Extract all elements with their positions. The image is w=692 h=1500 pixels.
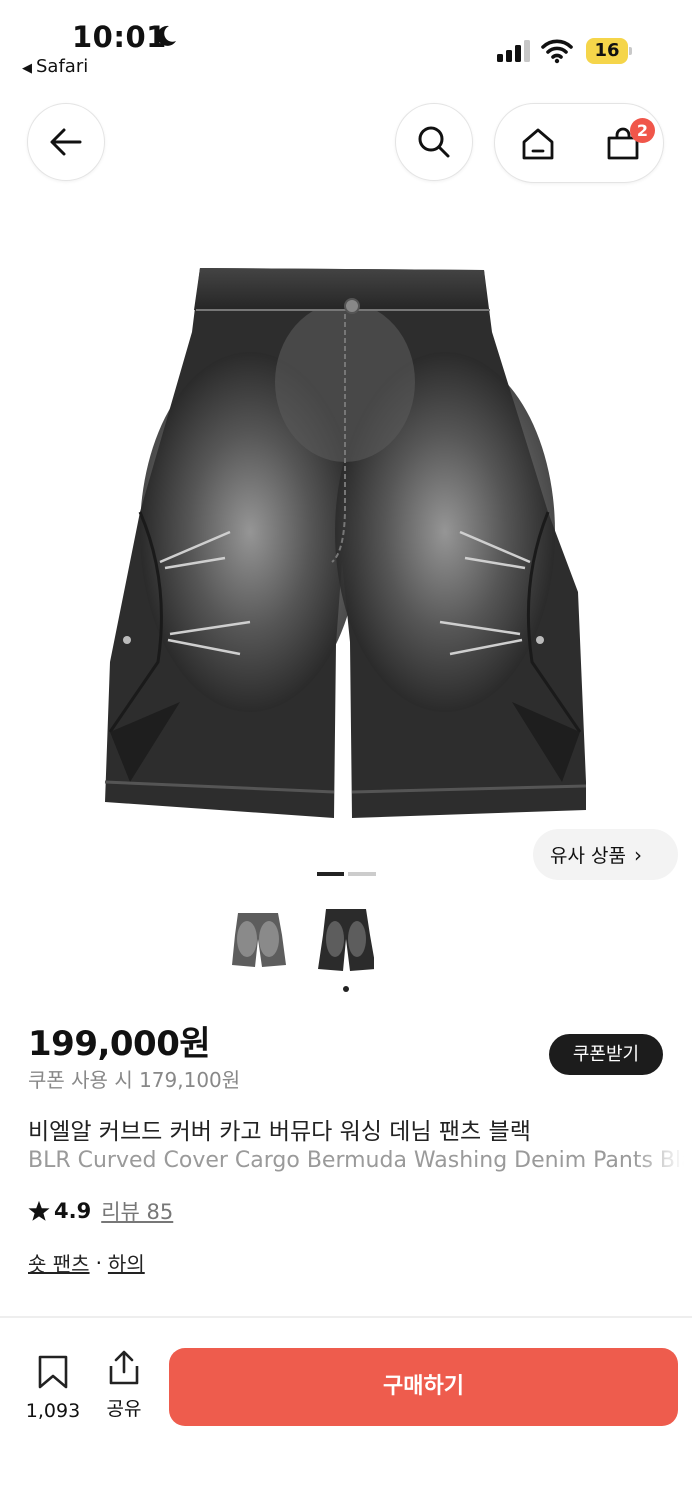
search-button[interactable] [395,103,473,181]
product-title-english: BLR Curved Cover Cargo Bermuda Washing D… [28,1148,684,1173]
thumbnail-black[interactable] [318,905,374,975]
home-button[interactable] [495,104,580,184]
arrow-left-icon [50,128,82,156]
status-bar: 10:01 ◀ Safari 16 [0,0,692,90]
back-triangle-icon: ◀ [22,61,32,76]
get-coupon-button[interactable]: 쿠폰받기 [549,1034,663,1075]
home-cart-pill [494,103,664,183]
product-price: 199,000원 [28,1024,211,1064]
battery-nub [629,47,632,55]
pager-indicator [348,872,376,876]
battery-indicator: 16 [586,38,632,64]
wifi-icon [541,39,573,64]
category-short-pants-link[interactable]: 숏 팬츠 [28,1248,90,1277]
home-icon [522,128,553,160]
coupon-price: 쿠폰 사용 시 179,100원 [28,1068,241,1092]
category-separator: · [95,1250,102,1275]
reviews-link[interactable]: 리뷰 85 [101,1196,173,1226]
cellular-signal-icon [497,40,530,62]
back-app-label: Safari [36,56,89,77]
pager-indicator-active [317,872,344,876]
category-bottoms-link[interactable]: 하의 [108,1248,145,1277]
search-icon [418,126,450,158]
buy-button[interactable]: 구매하기 [169,1348,678,1426]
chevron-right-icon: › [633,842,642,867]
rating-row: 4.9 리뷰 85 [28,1196,173,1226]
product-image[interactable] [100,262,590,822]
product-title-korean: 비엘알 커브드 커버 카고 버뮤다 워싱 데님 팬츠 블랙 [28,1119,531,1145]
share-button[interactable]: 공유 [100,1350,148,1421]
back-button[interactable] [27,103,105,181]
category-breadcrumb: 숏 팬츠 · 하의 [28,1248,145,1277]
battery-level: 16 [594,40,620,61]
status-time: 10:01 [72,20,167,54]
similar-products-button[interactable]: 유사 상품 › [533,829,678,880]
star-icon [28,1200,50,1221]
share-icon [109,1350,139,1385]
share-label: 공유 [106,1398,142,1420]
moon-icon [157,25,176,46]
bookmark-button[interactable]: 1,093 [22,1354,84,1422]
rating-score: 4.9 [54,1199,92,1223]
back-to-app-link[interactable]: ◀ Safari [22,56,88,77]
bottom-action-bar: 1,093 공유 구매하기 [0,1330,692,1450]
bookmark-count: 1,093 [25,1400,81,1422]
thumbnail-gray[interactable] [230,905,286,975]
bookmark-icon [38,1355,68,1389]
similar-products-label: 유사 상품 [550,845,626,867]
cart-button[interactable] [580,104,665,184]
thumbnail-selected-dot [343,986,349,992]
product-title-english-text: BLR Curved Cover Cargo Bermuda Washing D… [28,1148,684,1173]
section-divider [0,1316,692,1318]
cart-count-badge: 2 [630,118,655,143]
